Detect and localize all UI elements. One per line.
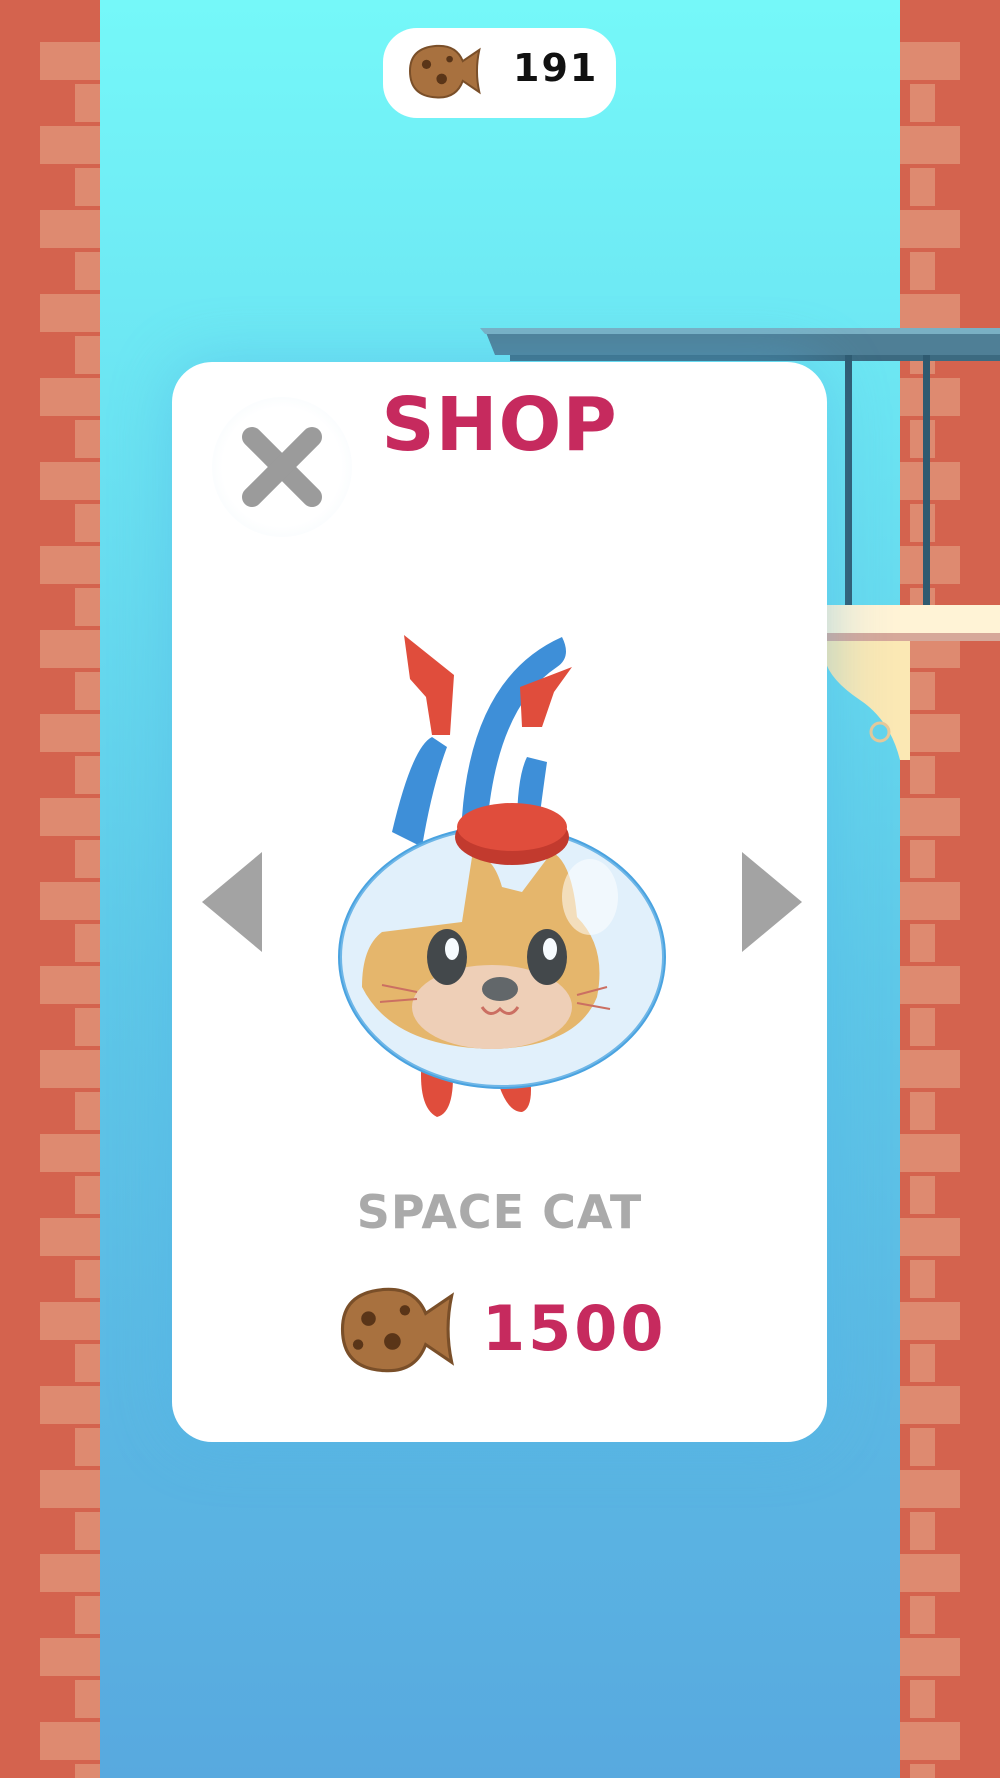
brick bbox=[75, 1344, 100, 1382]
brick bbox=[40, 1134, 100, 1172]
brick bbox=[900, 1638, 960, 1676]
brick bbox=[40, 1386, 100, 1424]
brick bbox=[40, 1722, 100, 1760]
brick bbox=[75, 252, 100, 290]
brick bbox=[75, 168, 100, 206]
brick bbox=[75, 336, 100, 374]
brick bbox=[40, 966, 100, 1004]
brick bbox=[910, 924, 935, 962]
brick bbox=[900, 1302, 960, 1340]
brick bbox=[40, 210, 100, 248]
brick bbox=[900, 1134, 960, 1172]
brick bbox=[40, 630, 100, 668]
brick bbox=[40, 882, 100, 920]
brick bbox=[75, 840, 100, 878]
arrow-right-icon[interactable] bbox=[737, 847, 807, 957]
brick bbox=[75, 756, 100, 794]
brick bbox=[900, 210, 960, 248]
brick bbox=[910, 252, 935, 290]
brick bbox=[910, 840, 935, 878]
brick bbox=[75, 588, 100, 626]
shop-panel: SHOP SPACE CAT 1500 bbox=[172, 362, 827, 1442]
shop-title: SHOP bbox=[381, 382, 618, 468]
fish-cookie-icon bbox=[340, 1287, 455, 1373]
brick bbox=[75, 1176, 100, 1214]
brick bbox=[900, 882, 960, 920]
brick bbox=[40, 1638, 100, 1676]
fish-cookie-icon bbox=[409, 44, 481, 99]
brick bbox=[40, 462, 100, 500]
brick bbox=[910, 1512, 935, 1550]
brick bbox=[900, 42, 960, 80]
brick-wall-right bbox=[900, 0, 1000, 1778]
brick bbox=[75, 1092, 100, 1130]
brick bbox=[40, 1218, 100, 1256]
brick bbox=[40, 1554, 100, 1592]
brick bbox=[900, 1722, 960, 1760]
brick bbox=[910, 1344, 935, 1382]
coin-count: 191 bbox=[513, 46, 599, 90]
brick bbox=[75, 84, 100, 122]
brick bbox=[75, 1428, 100, 1466]
brick bbox=[40, 126, 100, 164]
brick bbox=[75, 420, 100, 458]
brick bbox=[40, 714, 100, 752]
brick bbox=[900, 1470, 960, 1508]
brick bbox=[75, 1596, 100, 1634]
brick bbox=[40, 798, 100, 836]
brick bbox=[910, 1176, 935, 1214]
brick bbox=[75, 504, 100, 542]
brick bbox=[40, 546, 100, 584]
brick bbox=[910, 1260, 935, 1298]
brick bbox=[910, 1092, 935, 1130]
brick bbox=[75, 924, 100, 962]
brick bbox=[900, 1386, 960, 1424]
brick bbox=[900, 1050, 960, 1088]
brick bbox=[40, 42, 100, 80]
brick bbox=[40, 1302, 100, 1340]
brick bbox=[910, 84, 935, 122]
brick bbox=[75, 1260, 100, 1298]
brick bbox=[75, 672, 100, 710]
brick-wall-left bbox=[0, 0, 100, 1778]
price-tag: 1500 bbox=[332, 1277, 732, 1387]
brick bbox=[900, 966, 960, 1004]
brick bbox=[900, 1218, 960, 1256]
space-cat-character bbox=[338, 635, 666, 1117]
brick bbox=[910, 1680, 935, 1718]
brick bbox=[910, 1764, 935, 1778]
brick bbox=[910, 1596, 935, 1634]
coin-counter: 191 bbox=[383, 28, 616, 118]
brick bbox=[900, 126, 960, 164]
arrow-left-icon[interactable] bbox=[197, 847, 267, 957]
brick bbox=[75, 1764, 100, 1778]
brick bbox=[910, 1428, 935, 1466]
brick bbox=[40, 378, 100, 416]
brick bbox=[900, 1554, 960, 1592]
brick bbox=[40, 1470, 100, 1508]
brick bbox=[75, 1008, 100, 1046]
brick bbox=[75, 1680, 100, 1718]
price-value: 1500 bbox=[482, 1292, 667, 1365]
brick bbox=[900, 798, 960, 836]
brick bbox=[40, 294, 100, 332]
brick bbox=[75, 1512, 100, 1550]
brick bbox=[910, 1008, 935, 1046]
skin-name: SPACE CAT bbox=[356, 1185, 643, 1239]
brick bbox=[910, 168, 935, 206]
brick bbox=[40, 1050, 100, 1088]
